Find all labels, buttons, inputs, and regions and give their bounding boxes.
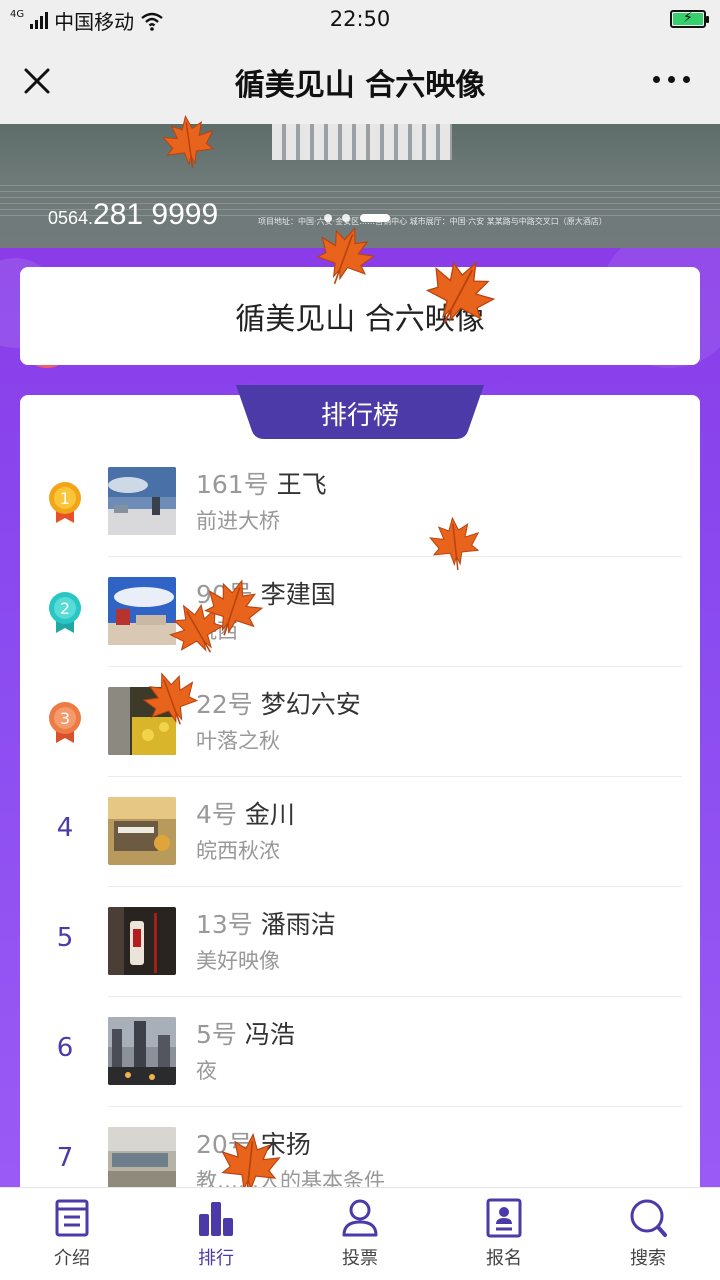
entry-name: 梦幻六安 (260, 690, 361, 719)
entry-title: 4号 金川 (196, 795, 295, 831)
ranking-heading-tab: 排行榜 (236, 385, 484, 439)
silver-medal-icon: 2 (49, 592, 81, 633)
entry-thumbnail[interactable] (108, 907, 176, 975)
clock: 22:50 (329, 7, 391, 31)
entry-name: 潘雨洁 (260, 910, 336, 939)
banner-phone-prefix: 0564. (48, 208, 94, 228)
entry-subtitle: 皖西秋浓 (196, 839, 280, 863)
ranking-card: 排行榜 1 161号 王飞 前进大桥 2 李建国 皖西 3 22号 梦幻六安 叶… (20, 385, 700, 1255)
entry-subtitle: 美好映像 (196, 949, 280, 973)
maple-leaf-icon (161, 114, 215, 168)
rank-number: 7 (56, 1143, 74, 1173)
nav-bar: 循美见山 合六映像 (0, 40, 720, 124)
entry-name: 王飞 (276, 470, 327, 499)
maple-leaf-icon (204, 579, 264, 636)
entry-name: 李建国 (260, 580, 336, 609)
rank-number: 6 (56, 1033, 74, 1063)
maple-leaf-icon (425, 261, 496, 324)
banner-building-image (272, 124, 452, 160)
user-icon (342, 1199, 378, 1237)
entry-number: 22号 (196, 690, 253, 719)
entry-thumbnail[interactable] (108, 467, 176, 535)
entry-number: 4号 (196, 800, 237, 829)
rank-number: 4 (56, 813, 74, 843)
bottom-tab-bar: 介绍 排行 投票 报名 搜索 (0, 1187, 720, 1280)
ranking-row[interactable]: 2 90号 李建国 皖西 (20, 557, 700, 667)
tab-label: 投票 (342, 1248, 378, 1269)
entry-thumbnail[interactable] (108, 1127, 176, 1195)
tab-intro[interactable]: 介绍 (0, 1188, 144, 1280)
ranking-row[interactable]: 3 22号 梦幻六安 叶落之秋 (20, 667, 700, 777)
ranking-row[interactable]: 4 4号 金川 皖西秋浓 (20, 777, 700, 887)
banner-phone-number: 281 9999 (93, 198, 219, 231)
tab-label: 搜索 (630, 1248, 666, 1269)
tab-signup[interactable]: 报名 (432, 1188, 576, 1280)
entry-title: 161号 王飞 (196, 465, 327, 501)
tab-label: 排行 (198, 1248, 234, 1269)
entry-name: 冯浩 (244, 1020, 295, 1049)
entry-title: 5号 冯浩 (196, 1015, 295, 1051)
entry-title: 22号 梦幻六安 (196, 685, 361, 721)
ranking-row[interactable]: 5 13号 潘雨洁 美好映像 (20, 887, 700, 997)
battery-icon: ⚡ (670, 10, 709, 28)
entry-number: 5号 (196, 1020, 237, 1049)
entry-name: 金川 (244, 800, 295, 829)
close-icon[interactable] (22, 66, 52, 96)
id-card-icon (486, 1198, 522, 1238)
entry-title: 13号 潘雨洁 (196, 905, 336, 941)
entry-subtitle: 夜 (196, 1059, 217, 1083)
tab-search[interactable]: 搜索 (576, 1188, 720, 1280)
rank-number: 5 (56, 923, 74, 953)
svg-text:2: 2 (60, 599, 70, 618)
entry-subtitle: 叶落之秋 (196, 729, 280, 753)
ranking-heading: 排行榜 (320, 401, 399, 431)
maple-leaf-icon (142, 672, 199, 725)
entry-thumbnail[interactable] (108, 1017, 176, 1085)
bronze-medal-icon: 3 (49, 702, 81, 743)
gold-medal-icon: 1 (49, 482, 81, 523)
tab-label: 介绍 (54, 1248, 90, 1269)
entry-subtitle: 前进大桥 (196, 509, 280, 533)
tab-label: 报名 (486, 1248, 522, 1269)
maple-leaf-icon (316, 226, 376, 285)
entry-number: 13号 (196, 910, 253, 939)
banner-phone: 0564.281 9999 (48, 198, 218, 232)
ranking-list: 1 161号 王飞 前进大桥 2 李建国 皖西 3 22号 梦幻六安 叶落之秋 … (20, 447, 700, 1217)
bar-chart-icon (199, 1202, 233, 1236)
ranking-row[interactable]: 6 5号 冯浩 夜 (20, 997, 700, 1107)
svg-text:1: 1 (60, 489, 70, 508)
tab-vote[interactable]: 投票 (288, 1188, 432, 1280)
search-icon (630, 1199, 667, 1237)
maple-leaf-icon (429, 516, 480, 570)
tab-ranking[interactable]: 排行 (144, 1188, 288, 1280)
document-icon (55, 1199, 89, 1237)
page-title: 循美见山 合六映像 (234, 68, 486, 103)
entry-thumbnail[interactable] (108, 797, 176, 865)
more-menu-icon[interactable] (653, 76, 690, 83)
entry-number: 161号 (196, 470, 269, 499)
ranking-row[interactable]: 1 161号 王飞 前进大桥 (20, 447, 700, 557)
svg-text:3: 3 (60, 709, 70, 728)
status-bar: 4G 中国移动 22:50 ⚡ (0, 0, 720, 40)
